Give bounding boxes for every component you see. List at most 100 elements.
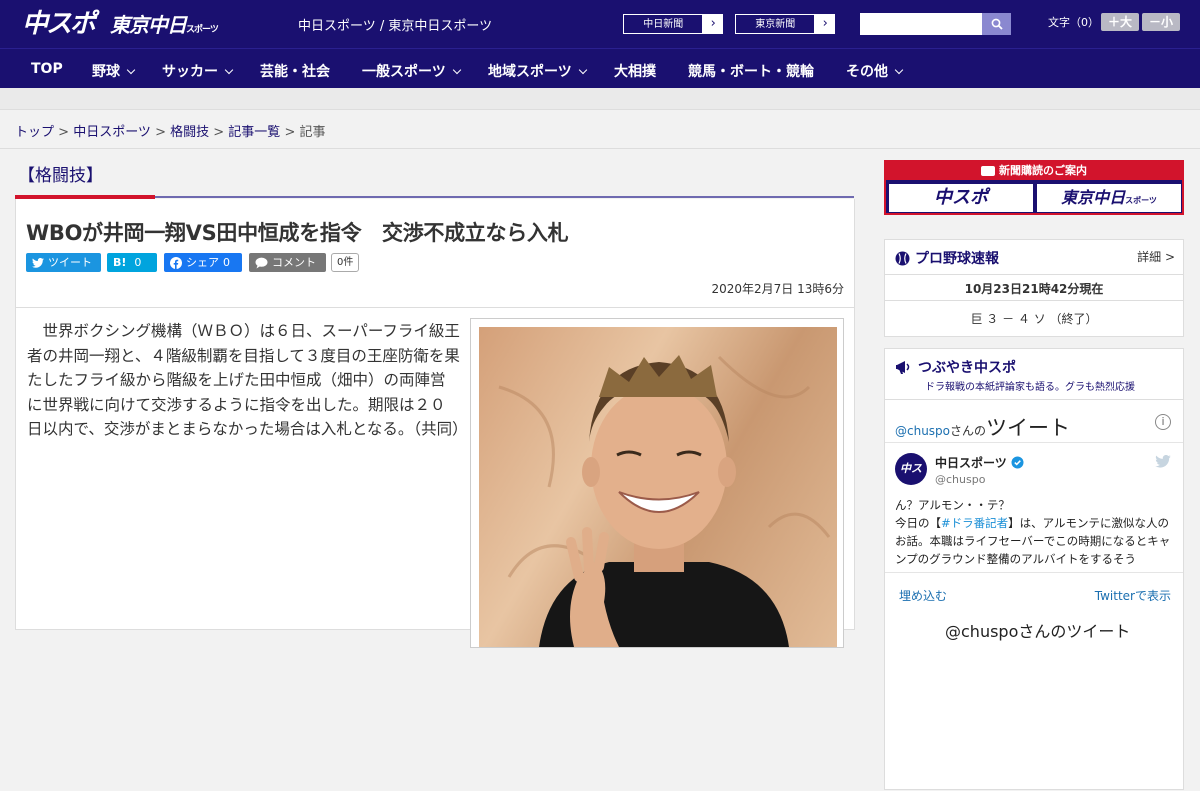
- tweet-text-pre: 今日の【: [895, 516, 941, 530]
- chevron-down-icon: [452, 65, 461, 75]
- tweet-section-title-text: つぶやき中スポ: [918, 360, 1016, 376]
- nav-label: TOP: [31, 61, 63, 77]
- score-result[interactable]: 巨 ３ － ４ ソ （終了）: [885, 310, 1183, 327]
- main-nav: TOP 野球 サッカー 芸能・社会 一般スポーツ 地域スポーツ 大相撲 競馬・ボ…: [0, 48, 1200, 88]
- verified-icon: [1011, 456, 1024, 469]
- tokyo-shinbun-button[interactable]: 東京新聞 ›: [734, 13, 836, 35]
- avatar[interactable]: 中スポ: [895, 453, 927, 507]
- twitter-icon: [32, 257, 44, 268]
- divider: [885, 300, 1183, 301]
- breadcrumb-chunichi[interactable]: 中日スポーツ: [73, 125, 151, 140]
- breadcrumb-sep: >: [54, 125, 74, 140]
- comment-count[interactable]: 0件: [331, 253, 360, 272]
- tweet-line: ん？アルモン・・テ？: [895, 498, 1010, 512]
- breadcrumb-sep: >: [209, 125, 229, 140]
- comment-icon: [255, 257, 268, 268]
- search-input[interactable]: [860, 13, 982, 35]
- comment-button[interactable]: コメント: [249, 253, 326, 272]
- hashtag-link[interactable]: #ドラ番記者: [941, 516, 1008, 530]
- tweet-text: ん？アルモン・・テ？ 今日の【#ドラ番記者】は、アルモンテに激似な人のお話。本職…: [895, 496, 1175, 568]
- tokyo-logo-small: スポーツ: [186, 25, 219, 35]
- nav-label: その他: [846, 64, 888, 80]
- article-photo-frame[interactable]: [470, 318, 844, 648]
- embed-link[interactable]: 埋め込む: [899, 587, 947, 604]
- subscription-heading-text: 新聞購読のご案内: [999, 164, 1087, 177]
- publish-date: 2020年2月7日 13時6分: [711, 282, 844, 296]
- subscription-banner[interactable]: 新聞購読のご案内 中スポ 東京中日スポーツ: [884, 160, 1184, 215]
- hatena-button[interactable]: B! 0: [107, 253, 157, 272]
- twitter-bird-icon[interactable]: [1155, 455, 1171, 468]
- search-button[interactable]: [982, 13, 1011, 35]
- score-detail-link[interactable]: 詳細 >: [1137, 248, 1175, 265]
- tweet-section-title: つぶやき中スポ: [895, 357, 1016, 377]
- nav-item-baseball[interactable]: 野球: [92, 61, 136, 81]
- chuspo-logo[interactable]: 中スポ: [22, 9, 96, 39]
- nav-label: 地域スポーツ: [488, 64, 572, 80]
- font-size-label: 文字（0）: [1048, 16, 1099, 29]
- chevron-down-icon: [126, 65, 136, 75]
- chevron-down-icon: [224, 65, 234, 75]
- chunichi-shinbun-button[interactable]: 中日新聞 ›: [622, 13, 724, 35]
- timeline-handle-link[interactable]: @chuspo: [895, 424, 950, 438]
- font-smaller-button[interactable]: －小: [1142, 13, 1180, 31]
- divider: [0, 148, 1200, 149]
- nav-item-entertainment[interactable]: 芸能・社会: [260, 61, 330, 81]
- nav-label: 野球: [92, 64, 120, 80]
- nav-item-top[interactable]: TOP: [31, 61, 63, 77]
- divider: [885, 572, 1183, 573]
- divider: [885, 442, 1183, 443]
- facebook-share-button[interactable]: シェア 0: [164, 253, 242, 272]
- article-photo: [479, 327, 837, 647]
- chevron-right-icon: ›: [822, 16, 828, 31]
- info-icon[interactable]: i: [1155, 414, 1171, 430]
- twitter-timeline: @chuspoさんのツイート i 中スポ 中日スポーツ @chuspo ん？アル…: [885, 399, 1183, 791]
- tokyo-chunichi-logo[interactable]: 東京中日スポーツ: [110, 13, 219, 42]
- nav-item-general-sports[interactable]: 一般スポーツ: [362, 61, 461, 81]
- score-title-text: プロ野球速報: [915, 251, 999, 267]
- timeline-header: @chuspoさんのツイート: [895, 412, 1070, 442]
- twitter-widget-box: つぶやき中スポ ドラ報戦の本紙評論家も語る。グラも熱烈応援 @chuspoさんの…: [884, 348, 1184, 790]
- tweet-author-handle[interactable]: @chuspo: [935, 473, 985, 486]
- timeline-header-title: ツイート: [986, 416, 1071, 440]
- article-body: 世界ボクシング機構（ＷＢＯ）は６日、スーパーフライ級王者の井岡一翔と、４階級制覇…: [27, 322, 468, 438]
- article-headline: WBOが井岡一翔VS田中恒成を指令 交渉不成立なら入札: [26, 221, 569, 245]
- nav-item-racing[interactable]: 競馬・ボート・競輪: [688, 61, 814, 81]
- tokyo-shinbun-label: 東京新聞: [735, 14, 816, 34]
- top-bar: 中スポ 東京中日スポーツ 中日スポーツ / 東京中日スポーツ 中日新聞 › 東京…: [0, 0, 1200, 48]
- subscription-tokyo-text: 東京中日: [1061, 188, 1126, 207]
- chevron-down-icon: [894, 65, 904, 75]
- tweet-line: 今日の【#ドラ番記者】は、アルモンテに激似な人のお話。本職はライフセーバーでこの…: [895, 514, 1175, 568]
- tokyo-logo-text: 東京中日: [110, 13, 187, 37]
- site-links[interactable]: 中日スポーツ / 東京中日スポーツ: [298, 15, 492, 34]
- tweet-author-name-text: 中日スポーツ: [935, 456, 1007, 470]
- category-underline: [155, 196, 854, 198]
- subscription-tokyo-logo[interactable]: 東京中日スポーツ: [1037, 184, 1181, 212]
- nav-item-local-sports[interactable]: 地域スポーツ: [488, 61, 587, 81]
- chevron-down-icon: [578, 65, 587, 75]
- timeline-san: さんの: [950, 424, 987, 438]
- ad-band: [0, 88, 1200, 110]
- breadcrumb-list[interactable]: 記事一覧: [228, 125, 280, 140]
- nav-label: 芸能・社会: [260, 64, 330, 80]
- nav-label: 大相撲: [614, 64, 656, 80]
- nav-item-soccer[interactable]: サッカー: [162, 61, 234, 81]
- nav-label: 競馬・ボート・競輪: [688, 64, 814, 80]
- font-bigger-button[interactable]: ＋大: [1101, 13, 1139, 31]
- tweet-section-subtitle: ドラ報戦の本紙評論家も語る。グラも熱烈応援: [925, 382, 1135, 393]
- view-on-twitter-link[interactable]: Twitterで表示: [1095, 587, 1171, 604]
- baseball-score-widget: プロ野球速報 詳細 > 10月23日21時42分現在 巨 ３ － ４ ソ （終了…: [884, 239, 1184, 337]
- nav-item-others[interactable]: その他: [846, 61, 904, 81]
- breadcrumb-kakutougi[interactable]: 格闘技: [170, 125, 209, 140]
- tweet-button[interactable]: ツイート: [26, 253, 101, 272]
- chevron-right-icon: ›: [710, 16, 716, 31]
- share-label: シェア: [186, 256, 219, 269]
- score-timestamp: 10月23日21時42分現在: [964, 282, 1104, 296]
- breadcrumb-sep: >: [280, 125, 300, 140]
- tweet-author-name[interactable]: 中日スポーツ: [935, 454, 1024, 471]
- subscription-chuspo-logo[interactable]: 中スポ: [889, 184, 1033, 212]
- nav-item-sumo[interactable]: 大相撲: [614, 61, 656, 81]
- hatena-count: 0: [134, 256, 142, 269]
- divider: [16, 307, 854, 308]
- timeline-footer[interactable]: @chuspoさんのツイート: [945, 618, 1130, 642]
- breadcrumb-top[interactable]: トップ: [15, 125, 54, 140]
